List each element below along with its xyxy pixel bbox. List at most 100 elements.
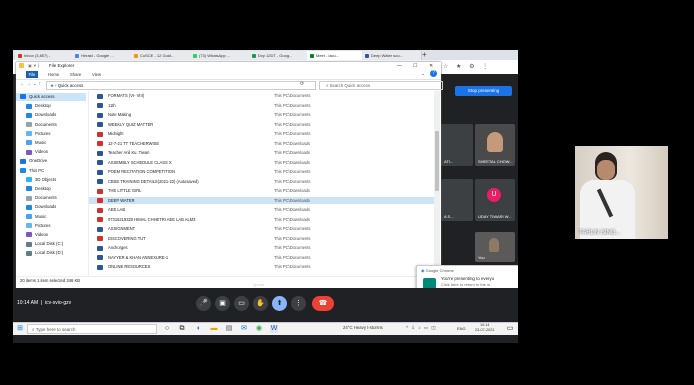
file-row[interactable]: Note Making This PC\Documents [89,111,434,119]
nav-item[interactable]: OneDrive [16,157,86,165]
stop-presenting-button[interactable]: Stop presenting [455,86,512,96]
file-location: This PC\Documents [274,131,311,136]
close-button[interactable]: ✕ [429,62,433,70]
nav-item[interactable]: 3D Objects [16,176,86,184]
help-icon[interactable]: ? [430,70,437,77]
quick-toolbar-icons[interactable]: ▣ ▼ ▏ [28,62,41,70]
chevron-down-icon[interactable]: ⌄ [421,71,425,77]
participant-tile[interactable]: U UDAY TIWARI W... [475,179,515,221]
browser-tab[interactable]: Herald - Google ... [72,51,134,60]
store-icon[interactable]: ▤ [225,325,233,333]
browser-toolbar-icons[interactable]: ☆ ★ ⚙ ⋮ [443,63,503,71]
file-row[interactable]: 11th This PC\Documents [89,102,434,110]
file-explorer-icon[interactable]: ▬ [210,325,218,333]
browser-tab[interactable]: Dxy 12DT - Goog... [249,51,310,60]
file-row[interactable]: ASSEMBLY SCHEDULE CLASS X This PC\Downloa… [89,159,434,167]
taskbar-search-input[interactable]: ⌕ Type here to search [27,324,157,334]
new-tab-button[interactable]: + [422,50,427,60]
more-options-button[interactable]: ⋮ [291,296,306,311]
meeting-details: 10:14 AM | icv-svio-gzv [17,300,72,306]
present-button[interactable]: ⬆ [272,296,287,311]
ignore-button[interactable]: Ignore [253,282,264,287]
participant-video [489,238,499,252]
browser-tab[interactable]: Inbox (3,857) - [15,51,75,60]
mail-icon[interactable]: ✉ [240,325,248,333]
ribbon-tab-file[interactable]: File [26,71,38,78]
nav-item[interactable]: This PC [16,167,86,175]
refresh-icon[interactable]: ⟳ [300,81,304,87]
file-row[interactable]: DEEP WATER This PC\Downloads [89,196,434,205]
browser-tab[interactable]: (73) WhatsApp ... [190,51,252,60]
file-row[interactable]: NAYYER & KHAN ANNEXURE-1 This PC\Document… [89,254,434,262]
mic-button[interactable]: 🎤 [196,296,211,311]
ribbon-tab-home[interactable]: Home [44,71,63,78]
file-row[interactable]: ONLINE RESOURCES This PC\Documents [89,263,434,271]
browser-tab[interactable]: Deep Water sou... [362,51,422,60]
maximize-button[interactable]: ☐ [413,62,417,70]
self-view-tile[interactable]: You [475,232,515,262]
cortana-icon[interactable]: ○ [163,325,171,333]
file-row[interactable]: Teacher Anil Ku. Tiwari This PC\Downloads [89,149,434,157]
file-row[interactable]: ASSIGNMENT This PC\Documents [89,225,434,233]
file-row[interactable]: 07316219320 HIMAL CHHETRI AEE LAB ALM3 Th… [89,216,434,224]
file-row[interactable]: DISCOVERING TUT This PC\Documents [89,235,434,243]
nav-arrows[interactable]: ← → ⌄ ↑ [20,81,41,87]
address-bar-row: ← → ⌄ ↑ ★ › Quick access ⟳ ⌕ Search Quic… [16,80,443,90]
nav-item[interactable]: Downloads [16,111,86,119]
file-row[interactable]: Midnight This PC\Documents [89,130,434,138]
nav-item[interactable]: Desktop [16,102,86,110]
nav-item[interactable]: Quick access [16,93,86,102]
file-row[interactable]: WEEKLY QUIZ MATTER This PC\Documents [89,121,434,129]
folder-icon [26,195,32,201]
presenter-video-tile[interactable]: TARUN SING... [575,146,668,239]
system-tray-icons[interactable]: ^ ⇩ ♪ ▭ ◫ [406,325,437,331]
nav-item[interactable]: Pictures [16,222,86,230]
vertical-scrollbar[interactable] [434,91,440,276]
file-row[interactable]: 12-7-21 TT TEACHERWISE This PC\Downloads [89,140,434,148]
nav-item[interactable]: Music [16,139,86,147]
end-call-button[interactable]: ☎ [312,296,334,311]
nav-item[interactable]: Documents [16,121,86,129]
task-view-icon[interactable]: ⧉ [178,325,186,333]
search-input[interactable]: ⌕ Search Quick access [319,81,443,90]
nav-item[interactable]: Local Disk (C:) [16,240,86,248]
captions-button[interactable]: ▭ [234,296,249,311]
nav-item[interactable]: Desktop [16,185,86,193]
nav-item[interactable]: Downloads [16,203,86,211]
ribbon-tab-view[interactable]: View [88,71,105,78]
avatar: U [487,188,501,202]
word-icon[interactable]: W [270,325,278,333]
file-name: POEM RECITATION COMPETITION [108,169,175,174]
scrollbar-thumb[interactable] [435,131,439,191]
browser-tab[interactable]: CoSCE - 12 Guid... [131,51,193,60]
file-row[interactable]: CBSE TRAINING DETAILS(2021-22) (Autosave… [89,178,434,186]
nav-item[interactable]: Local Disk (D:) [16,249,86,257]
file-row[interactable]: Anchorges This PC\Documents [89,244,434,252]
tab-favicon-icon [193,53,197,58]
camera-button[interactable]: ▣ [215,296,230,311]
file-row[interactable]: POEM RECITATION COMPETITION This PC\Docum… [89,168,434,176]
screenshot-root: { "browser": { "tabs": [ {"label": "Inbo… [0,0,694,385]
folder-icon [19,63,24,68]
edge-icon[interactable]: ◐ [195,325,203,333]
ribbon-tab-share[interactable]: Share [66,71,85,78]
clock[interactable]: 10:14 23-07-2021 [475,323,494,333]
weather-widget[interactable]: 24°C Heavy t-storms [343,325,383,330]
windows-start-icon[interactable]: ⊞ [16,325,24,333]
nav-item[interactable]: Documents [16,194,86,202]
address-bar[interactable]: ★ › Quick access [46,81,316,90]
notification-center-icon[interactable]: ▭ [506,325,514,333]
file-row[interactable]: FORMATS (VI- VIII) This PC\Documents [89,92,434,100]
file-row[interactable]: AEE LAB This PC\Downloads [89,206,434,214]
nav-item[interactable]: Pictures [16,130,86,138]
file-row[interactable]: THE LITTLE GIRL This PC\Downloads [89,187,434,195]
minimize-button[interactable]: — [397,62,402,70]
nav-item[interactable]: Videos [16,148,86,156]
language-indicator[interactable]: ENG [457,326,466,331]
participant-tile[interactable]: SHEETAL CHOW... [475,124,515,166]
raise-hand-button[interactable]: ✋ [253,296,268,311]
nav-item[interactable]: Music [16,213,86,221]
chrome-taskbar-icon[interactable]: ◉ [255,325,263,333]
nav-item[interactable]: Videos [16,231,86,239]
browser-tab-active[interactable]: Meet - iacu... [307,51,365,60]
